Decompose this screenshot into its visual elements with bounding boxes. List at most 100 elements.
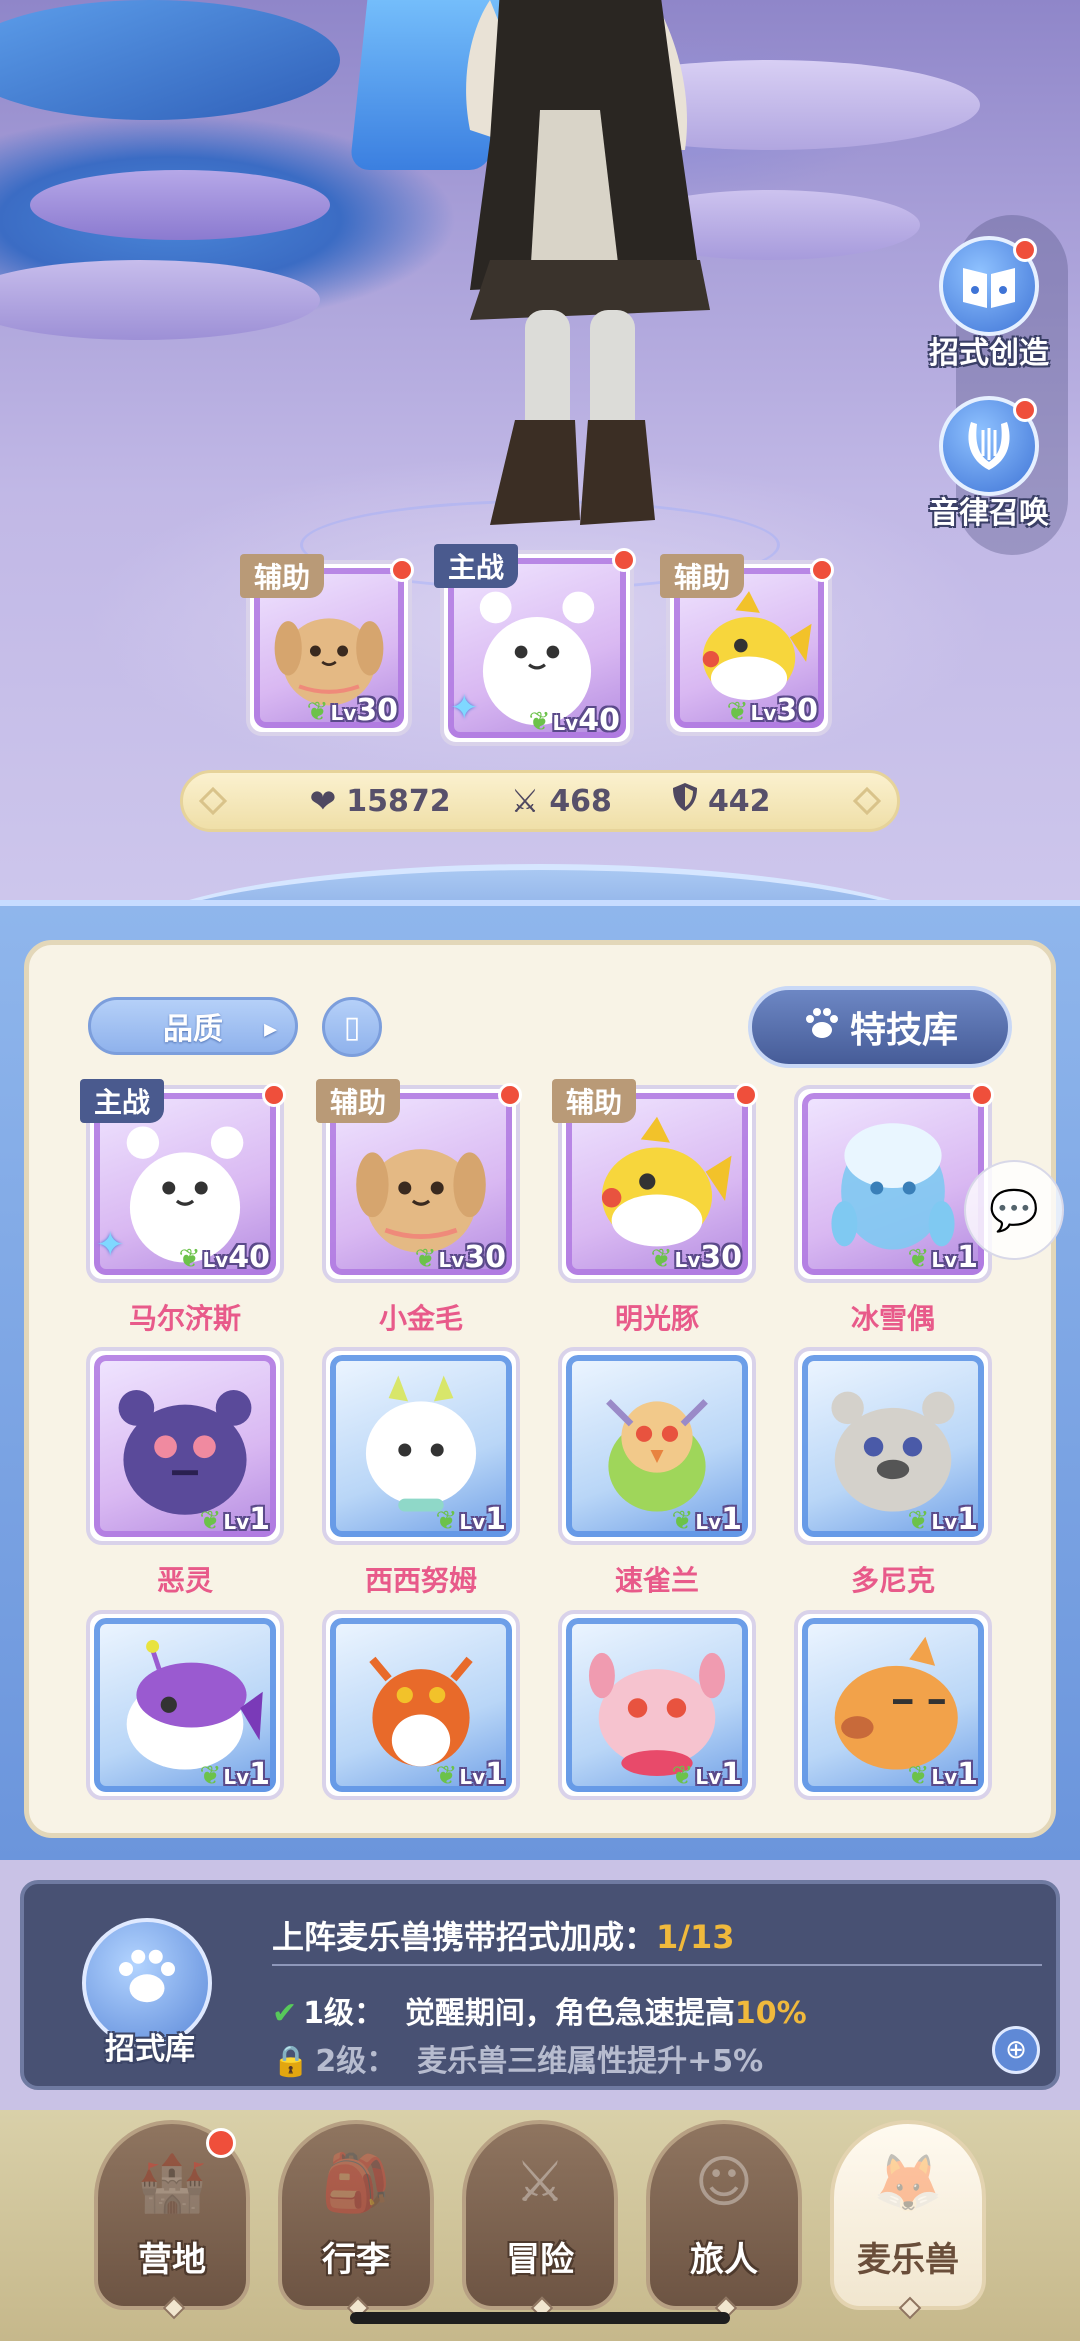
shield-icon bbox=[672, 782, 698, 820]
pet-card[interactable]: ❦ Lv1 bbox=[86, 1610, 284, 1800]
ice-rock bbox=[0, 0, 340, 120]
zoom-in-button[interactable]: ⊕ bbox=[992, 2026, 1040, 2074]
team-slot-2-card[interactable]: 主战 ✦ ❦ Lv40 bbox=[434, 544, 636, 746]
team-stats-bar: ❤ 15872 ⚔ 468 442 bbox=[180, 770, 900, 832]
bonus-headline-text: 上阵麦乐兽携带招式加成： bbox=[272, 1918, 657, 1956]
level-indicator: ❦ Lv1 bbox=[200, 1502, 270, 1537]
snow-mound bbox=[30, 170, 330, 240]
pet-name: 明光豚 bbox=[614, 1302, 699, 1335]
chat-bubble-icon: 💬 bbox=[989, 1187, 1039, 1234]
level-value: 30 bbox=[700, 1240, 742, 1275]
ornament bbox=[198, 786, 228, 816]
level-1-value: 10% bbox=[734, 1996, 807, 2031]
level-prefix: Lv bbox=[438, 1248, 465, 1272]
skill-library-label: 特技库 bbox=[849, 1010, 958, 1051]
nav-tab-2[interactable]: 🎒 行李 bbox=[278, 2120, 434, 2320]
sprout-icon: ❦ bbox=[435, 1506, 458, 1536]
attack-stat: ⚔ 468 bbox=[511, 782, 612, 820]
pet-card[interactable]: ❦ Lv1 bbox=[794, 1347, 992, 1545]
hp-value: 15872 bbox=[346, 783, 451, 819]
check-icon: ✔ bbox=[272, 1996, 298, 2031]
level-prefix: Lv bbox=[459, 1765, 486, 1789]
pet-card[interactable]: ❦ Lv1 bbox=[558, 1347, 756, 1545]
level-value: 1 bbox=[957, 1757, 978, 1792]
level-prefix: Lv bbox=[750, 701, 777, 725]
paw-icon bbox=[112, 1941, 182, 2026]
sprout-icon: ❦ bbox=[199, 1506, 222, 1536]
move-creation-button[interactable]: 招式创造 bbox=[914, 236, 1064, 372]
notification-badge bbox=[1013, 398, 1037, 422]
pet-card[interactable]: ❦ Lv1 bbox=[86, 1347, 284, 1545]
pet-card[interactable]: ❦ Lv1 bbox=[322, 1347, 520, 1545]
quality-filter-label: 品质 bbox=[163, 1012, 223, 1047]
pet-card[interactable]: ❦ Lv1 bbox=[794, 1610, 992, 1800]
pet-card[interactable]: ❦ Lv1 bbox=[794, 1083, 994, 1283]
level-prefix: Lv bbox=[459, 1510, 486, 1534]
sprout-icon: ❦ bbox=[414, 1244, 437, 1274]
team-slot-1-card[interactable]: 辅助 ❦ Lv30 bbox=[240, 554, 414, 736]
level-indicator: ❦ Lv1 bbox=[200, 1757, 270, 1792]
handbook-button[interactable]: ▯ bbox=[322, 997, 382, 1057]
pet-name: 冰雪偶 bbox=[850, 1302, 935, 1335]
level-indicator: ❦ Lv1 bbox=[908, 1502, 978, 1537]
level-indicator: ❦ Lv1 bbox=[908, 1757, 978, 1792]
fox-icon: 🦊 bbox=[873, 2151, 943, 2216]
nav-tab-4[interactable]: ☺ 旅人 bbox=[646, 2120, 802, 2320]
skill-library-button[interactable]: 特技库 bbox=[748, 986, 1012, 1068]
notification-badge bbox=[734, 1083, 758, 1107]
quality-filter-button[interactable]: 品质 ▸ bbox=[88, 997, 298, 1055]
hp-stat: ❤ 15872 bbox=[309, 782, 450, 820]
lock-icon: 🔒 bbox=[272, 2044, 310, 2079]
pet-card[interactable]: ❦ Lv1 bbox=[322, 1610, 520, 1800]
level-value: 30 bbox=[356, 693, 398, 728]
nav-tab-1[interactable]: 🏰 营地 bbox=[94, 2120, 250, 2320]
bonus-level-1: ✔ 1级： 觉醒期间，角色急速提高10% bbox=[272, 1988, 807, 2032]
level-value: 1 bbox=[249, 1757, 270, 1792]
level-prefix: Lv bbox=[223, 1510, 250, 1534]
pet-card[interactable]: 辅助 ❦ Lv30 bbox=[316, 1079, 522, 1283]
pet-card[interactable]: ❦ Lv1 bbox=[558, 1610, 756, 1800]
level-prefix: Lv bbox=[202, 1248, 229, 1272]
nav-tab-label: 冒险 bbox=[506, 2240, 574, 2280]
nav-tab-3[interactable]: ⚔ 冒险 bbox=[462, 2120, 618, 2320]
melody-summon-button[interactable]: 音律召唤 bbox=[914, 396, 1064, 532]
crossed-swords-icon: ⚔ bbox=[514, 2150, 566, 2215]
notification-badge bbox=[612, 548, 636, 572]
pet-name: 速雀兰 bbox=[614, 1564, 699, 1597]
level-indicator: ❦ Lv1 bbox=[672, 1502, 742, 1537]
notification-badge bbox=[1013, 238, 1037, 262]
nav-tab-5[interactable]: 🦊 麦乐兽 bbox=[830, 2120, 986, 2320]
level-indicator: ❦ Lv1 bbox=[436, 1757, 506, 1792]
move-library-label: 招式库 bbox=[105, 2032, 195, 2067]
level-prefix: Lv bbox=[931, 1248, 958, 1272]
level-value: 40 bbox=[578, 703, 620, 738]
traveler-icon: ☺ bbox=[694, 2150, 754, 2215]
level-indicator: ❦ Lv1 bbox=[672, 1757, 742, 1792]
level-1-prefix: 1级： bbox=[303, 1996, 385, 2031]
magnifier-icon: ⊕ bbox=[1005, 2035, 1027, 2065]
attack-value: 468 bbox=[549, 783, 612, 819]
bonus-headline: 上阵麦乐兽携带招式加成：1/13 bbox=[272, 1912, 735, 1958]
lyre-icon bbox=[939, 396, 1039, 496]
level-value: 30 bbox=[776, 693, 818, 728]
sprout-icon: ❦ bbox=[671, 1761, 694, 1791]
role-tag: 辅助 bbox=[660, 554, 745, 598]
notification-badge bbox=[970, 1083, 994, 1107]
level-indicator: ❦ Lv30 bbox=[307, 693, 398, 728]
sparkle-icon: ✦ bbox=[450, 688, 479, 728]
sprout-icon: ❦ bbox=[671, 1506, 694, 1536]
nav-tab-label: 行李 bbox=[322, 2240, 390, 2280]
sprout-icon: ❦ bbox=[528, 707, 551, 737]
level-prefix: Lv bbox=[330, 701, 357, 725]
pet-card[interactable]: 主战 ✦ ❦ Lv40 bbox=[80, 1079, 286, 1283]
book-icon: ▯ bbox=[343, 1009, 361, 1045]
level-indicator: ❦ Lv30 bbox=[727, 693, 818, 728]
level-prefix: Lv bbox=[552, 711, 579, 735]
snow-mound bbox=[0, 260, 320, 340]
chevron-right-icon: ▸ bbox=[263, 1014, 277, 1044]
chat-button[interactable]: 💬 bbox=[964, 1160, 1064, 1260]
team-slot-3-card[interactable]: 辅助 ❦ Lv30 bbox=[660, 554, 834, 736]
level-2-prefix: 2级： bbox=[315, 2044, 397, 2079]
pet-card[interactable]: 辅助 ❦ Lv30 bbox=[552, 1079, 758, 1283]
notification-badge bbox=[498, 1083, 522, 1107]
